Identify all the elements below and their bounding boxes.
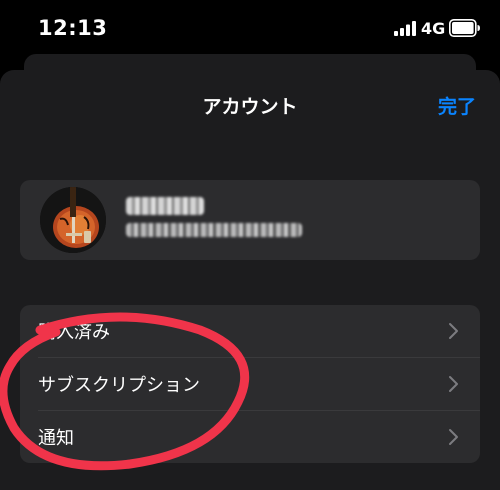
- redacted-account-name: [126, 197, 204, 215]
- chevron-right-icon: [449, 376, 458, 392]
- menu-item-notifications[interactable]: 通知: [20, 411, 480, 463]
- chevron-right-icon: [449, 429, 458, 445]
- network-label: 4G: [421, 19, 446, 38]
- avatar: [40, 187, 106, 253]
- profile-card[interactable]: [20, 180, 480, 260]
- cellular-signal-icon: [394, 21, 416, 36]
- redacted-account-email: [126, 223, 302, 237]
- menu-item-subscriptions[interactable]: サブスクリプション: [20, 358, 480, 410]
- status-time: 12:13: [38, 16, 108, 40]
- screen: 12:13 4G アカウント 完了 購入済み サブスクリプション 通知: [0, 0, 500, 490]
- account-menu: 購入済み サブスクリプション 通知: [20, 305, 480, 463]
- guitar-avatar-image: [40, 187, 106, 253]
- menu-item-label: サブスクリプション: [38, 375, 200, 396]
- chevron-right-icon: [449, 323, 458, 339]
- page-title: アカウント: [202, 96, 298, 118]
- status-bar: 12:13 4G: [0, 0, 500, 60]
- menu-item-label: 購入済み: [38, 322, 110, 343]
- battery-icon: [449, 19, 480, 37]
- done-button[interactable]: 完了: [438, 92, 476, 119]
- menu-item-label: 通知: [38, 428, 74, 449]
- menu-item-purchased[interactable]: 購入済み: [20, 305, 480, 357]
